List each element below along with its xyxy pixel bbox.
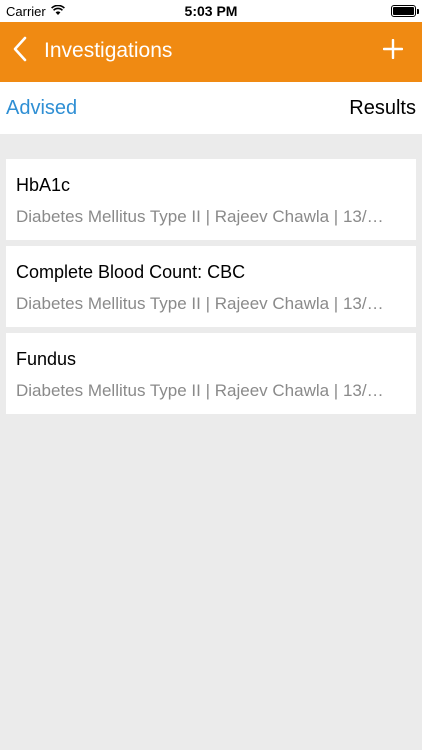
battery-icon — [391, 5, 419, 17]
item-title: Complete Blood Count: CBC — [16, 262, 246, 282]
back-button[interactable] — [8, 34, 32, 68]
page-title: Investigations — [44, 39, 173, 62]
status-bar: Carrier 5:03 PM — [0, 0, 422, 22]
item-title: HbA1c — [16, 175, 71, 195]
plus-icon — [382, 38, 404, 64]
item-title: Fundus — [16, 349, 77, 369]
investigation-list: HbA1c Diabetes Mellitus Type II | Rajeev… — [6, 159, 416, 420]
status-time: 5:03 PM — [184, 3, 238, 19]
item-subtitle: Diabetes Mellitus Type II | Rajeev Chawl… — [16, 294, 384, 313]
item-subtitle: Diabetes Mellitus Type II | Rajeev Chawl… — [16, 207, 384, 226]
tab-advised[interactable]: Advised — [6, 97, 77, 120]
item-subtitle: Diabetes Mellitus Type II | Rajeev Chawl… — [16, 381, 384, 400]
tab-results[interactable]: Results — [349, 97, 416, 120]
list-item[interactable]: Complete Blood Count: CBC Diabetes Melli… — [6, 246, 416, 327]
list-item[interactable]: Fundus Diabetes Mellitus Type II | Rajee… — [6, 333, 416, 414]
nav-bar: Investigations — [0, 22, 422, 82]
segment-tabs: Advised Results — [0, 82, 422, 134]
add-investigation-button[interactable] — [378, 36, 408, 66]
chevron-left-icon — [12, 36, 28, 67]
list-item[interactable]: HbA1c Diabetes Mellitus Type II | Rajeev… — [6, 159, 416, 240]
